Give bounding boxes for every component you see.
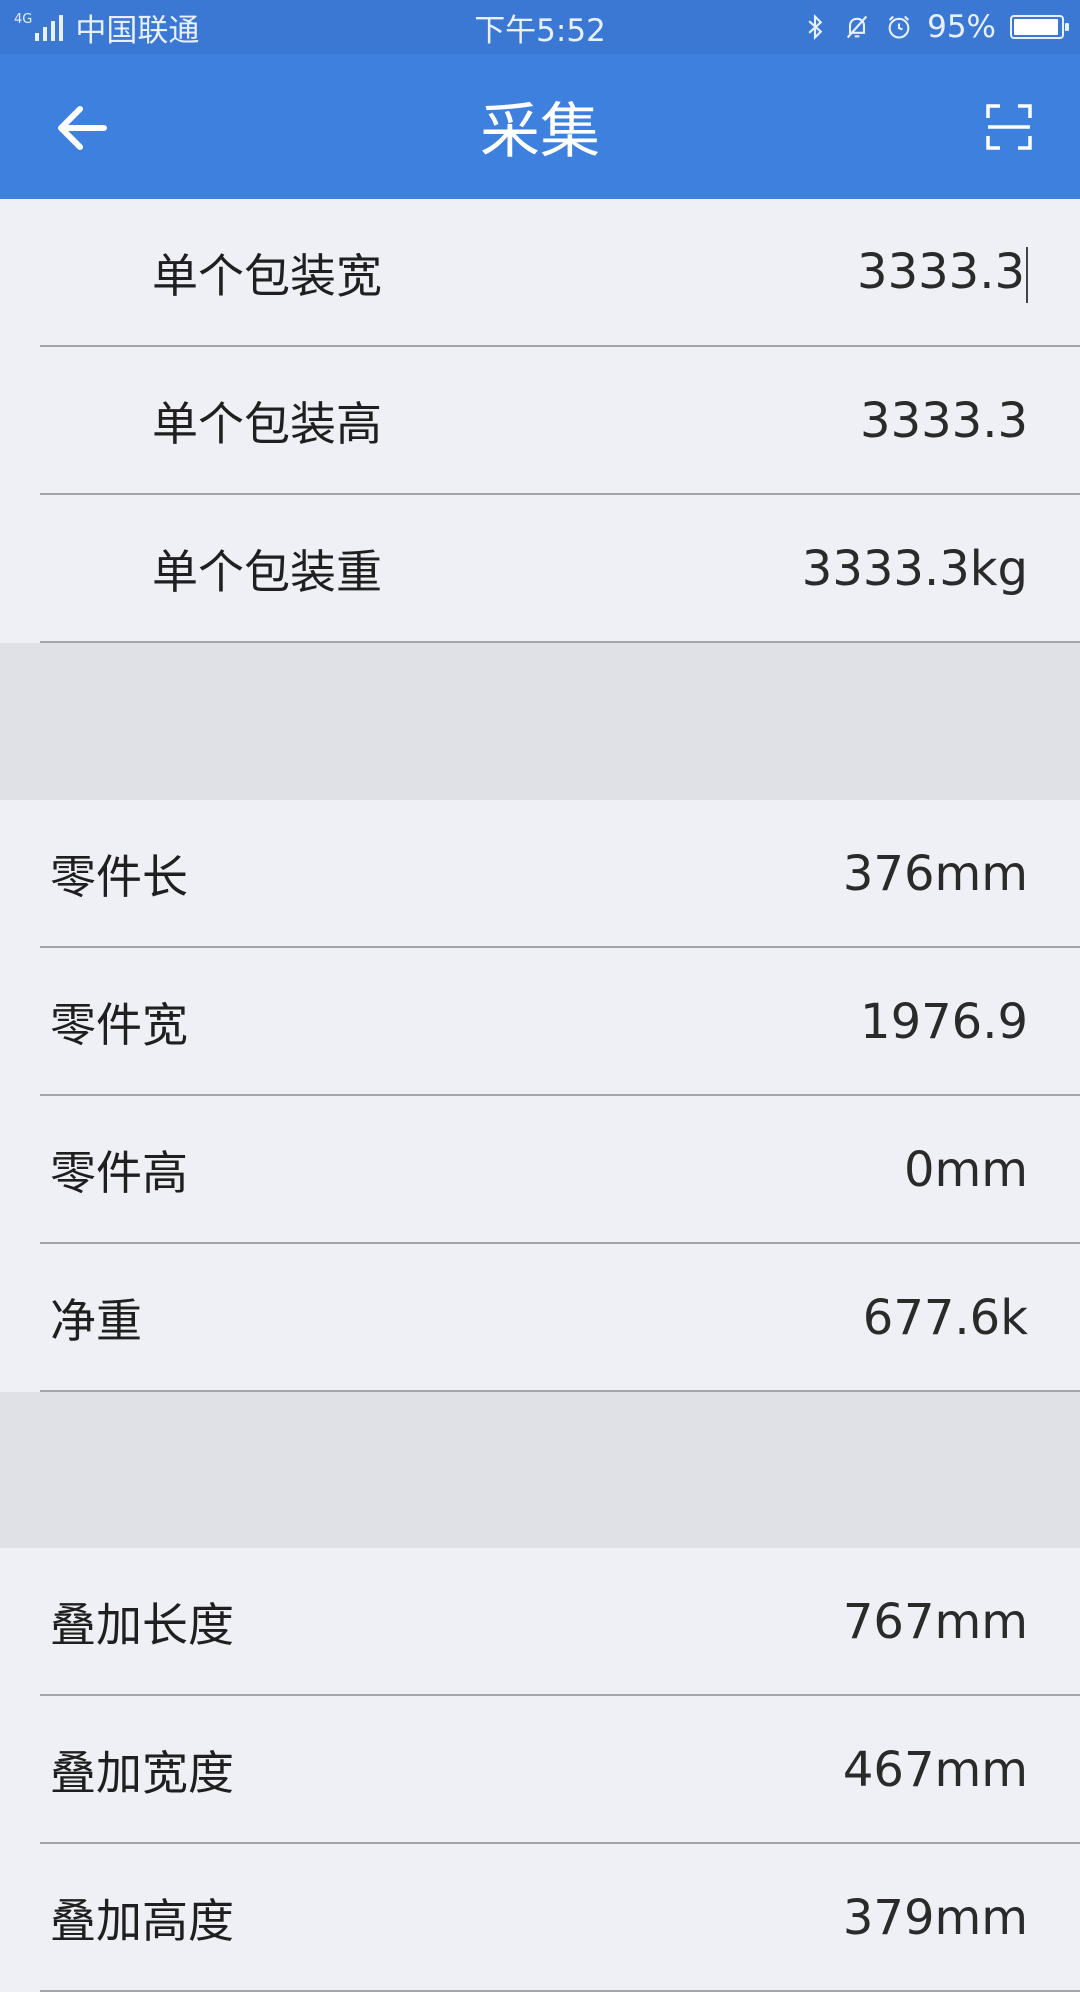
text-caret (1026, 246, 1028, 303)
stack-width-label: 叠加宽度 (50, 1746, 234, 1800)
part-width-row[interactable]: 零件宽 1976.9 (0, 948, 1080, 1096)
status-bar: 4G 中国联通 下午5:52 95% (0, 0, 1080, 54)
package-width-label: 单个包装宽 (152, 249, 382, 303)
package-height-row[interactable]: 单个包装高 3333.3 (0, 347, 1080, 495)
stack-length-input[interactable]: 767mm (843, 1594, 1080, 1650)
part-section: 零件长 376mm 零件宽 1976.9 零件高 0mm 净重 677.6k (0, 800, 1080, 1392)
package-weight-input[interactable]: 3333.3kg (802, 541, 1080, 597)
package-height-label: 单个包装高 (152, 397, 382, 451)
stack-width-row[interactable]: 叠加宽度 467mm (0, 1696, 1080, 1844)
section-divider (0, 1392, 1080, 1548)
stack-section: 叠加长度 767mm 叠加宽度 467mm 叠加高度 379mm (0, 1548, 1080, 1992)
section-divider (0, 643, 1080, 800)
package-section: 单个包装宽 3333.3 单个包装高 3333.3 单个包装重 3333.3kg (0, 199, 1080, 643)
package-width-row[interactable]: 单个包装宽 3333.3 (0, 199, 1080, 347)
net-weight-row[interactable]: 净重 677.6k (0, 1244, 1080, 1392)
net-weight-input[interactable]: 677.6k (863, 1290, 1080, 1346)
battery-percent: 95% (927, 9, 996, 45)
part-height-row[interactable]: 零件高 0mm (0, 1096, 1080, 1244)
stack-height-label: 叠加高度 (50, 1894, 234, 1948)
stack-height-row[interactable]: 叠加高度 379mm (0, 1844, 1080, 1992)
package-width-input[interactable]: 3333.3 (857, 244, 1080, 303)
nav-bar: 采集 (0, 54, 1080, 199)
form-list: 单个包装宽 3333.3 单个包装高 3333.3 单个包装重 3333.3kg… (0, 199, 1080, 1992)
alarm-icon (888, 15, 910, 39)
part-width-label: 零件宽 (50, 998, 188, 1052)
part-length-input[interactable]: 376mm (843, 846, 1080, 902)
package-height-input[interactable]: 3333.3 (860, 393, 1080, 449)
stack-length-label: 叠加长度 (50, 1598, 234, 1652)
bluetooth-icon (808, 13, 823, 41)
package-weight-label: 单个包装重 (152, 545, 382, 599)
status-right: 95% (801, 0, 1069, 54)
part-length-label: 零件长 (50, 850, 188, 904)
part-length-row[interactable]: 零件长 376mm (0, 800, 1080, 948)
part-width-input[interactable]: 1976.9 (860, 994, 1080, 1050)
page-title: 采集 (480, 97, 600, 167)
part-height-input[interactable]: 0mm (904, 1142, 1080, 1198)
stack-length-row[interactable]: 叠加长度 767mm (0, 1548, 1080, 1696)
stack-width-input[interactable]: 467mm (843, 1742, 1080, 1798)
part-height-label: 零件高 (50, 1146, 188, 1200)
net-weight-label: 净重 (50, 1294, 142, 1348)
battery-icon (1010, 15, 1069, 39)
bell-off-icon (846, 15, 868, 39)
scan-icon[interactable] (986, 104, 1032, 150)
battery-fill (1014, 19, 1058, 35)
status-time: 下午5:52 (474, 12, 606, 49)
package-weight-row[interactable]: 单个包装重 3333.3kg (0, 495, 1080, 643)
stack-height-input[interactable]: 379mm (843, 1890, 1080, 1946)
